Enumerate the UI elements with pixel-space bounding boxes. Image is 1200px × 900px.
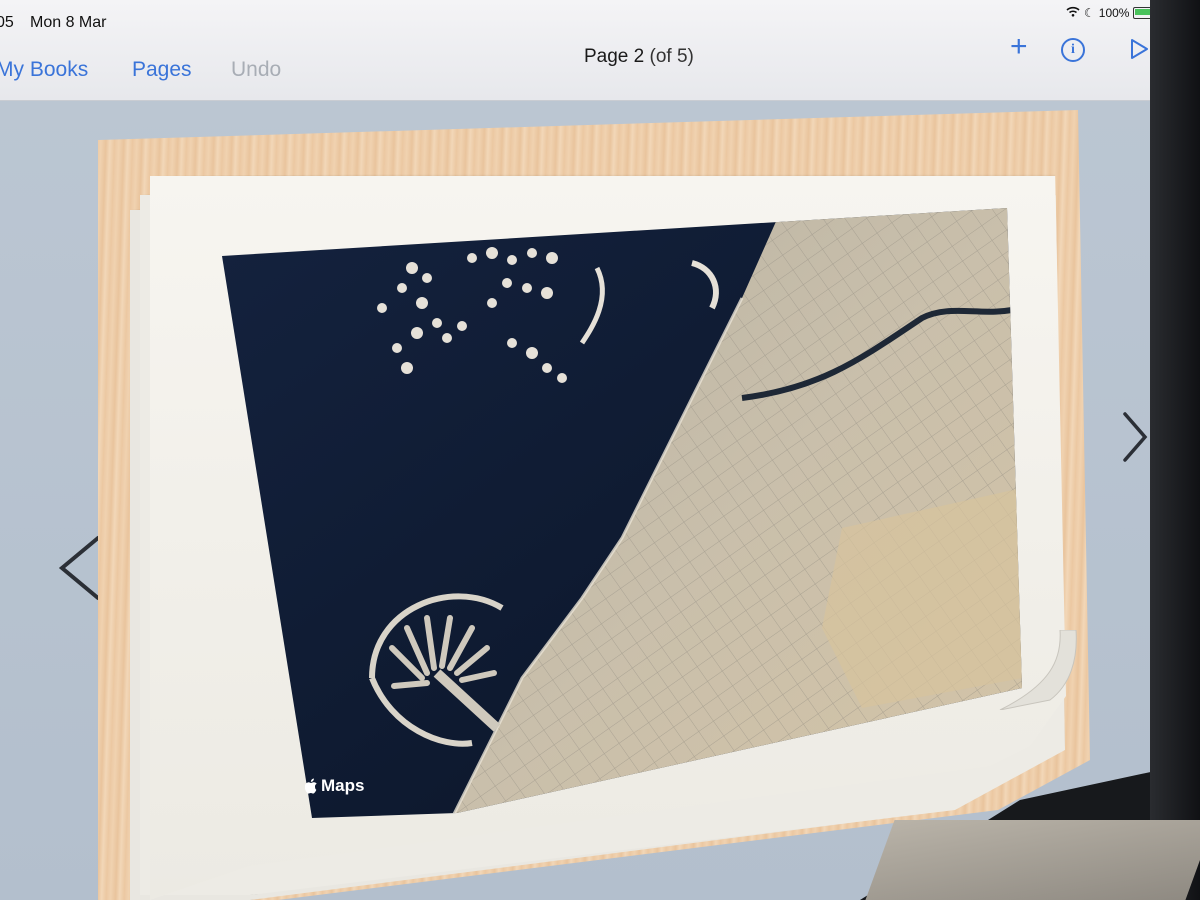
- pages-button[interactable]: Pages: [132, 58, 192, 82]
- maps-attribution: Maps: [305, 776, 364, 796]
- desk-surface: [865, 820, 1200, 900]
- page-number: Page 2: [584, 46, 645, 67]
- next-page-chevron-icon[interactable]: [1120, 410, 1150, 469]
- my-books-button[interactable]: My Books: [0, 58, 88, 82]
- page-count: (of 5): [649, 46, 694, 67]
- status-time: 05: [0, 14, 14, 31]
- apple-logo-icon: [305, 778, 317, 794]
- device-bezel: [1150, 0, 1200, 900]
- status-indicators: ☾ 100%: [1066, 6, 1156, 20]
- battery-percent: 100%: [1098, 6, 1130, 20]
- maps-label: Maps: [321, 776, 365, 795]
- page-curl[interactable]: [990, 630, 1080, 710]
- info-icon[interactable]: i: [1061, 38, 1085, 62]
- status-date: Mon 8 Mar: [30, 14, 107, 31]
- toolbar: 05 Mon 8 Mar ☾ 100% My Books Pages Undo …: [0, 0, 1160, 101]
- undo-button[interactable]: Undo: [231, 58, 281, 82]
- page-title: Page 2 (of 5): [584, 46, 694, 68]
- ipad-screen: 05 Mon 8 Mar ☾ 100% My Books Pages Undo …: [0, 0, 1160, 900]
- moon-icon: ☾: [1084, 6, 1095, 20]
- wifi-icon: [1066, 6, 1080, 20]
- add-icon[interactable]: +: [1010, 32, 1028, 62]
